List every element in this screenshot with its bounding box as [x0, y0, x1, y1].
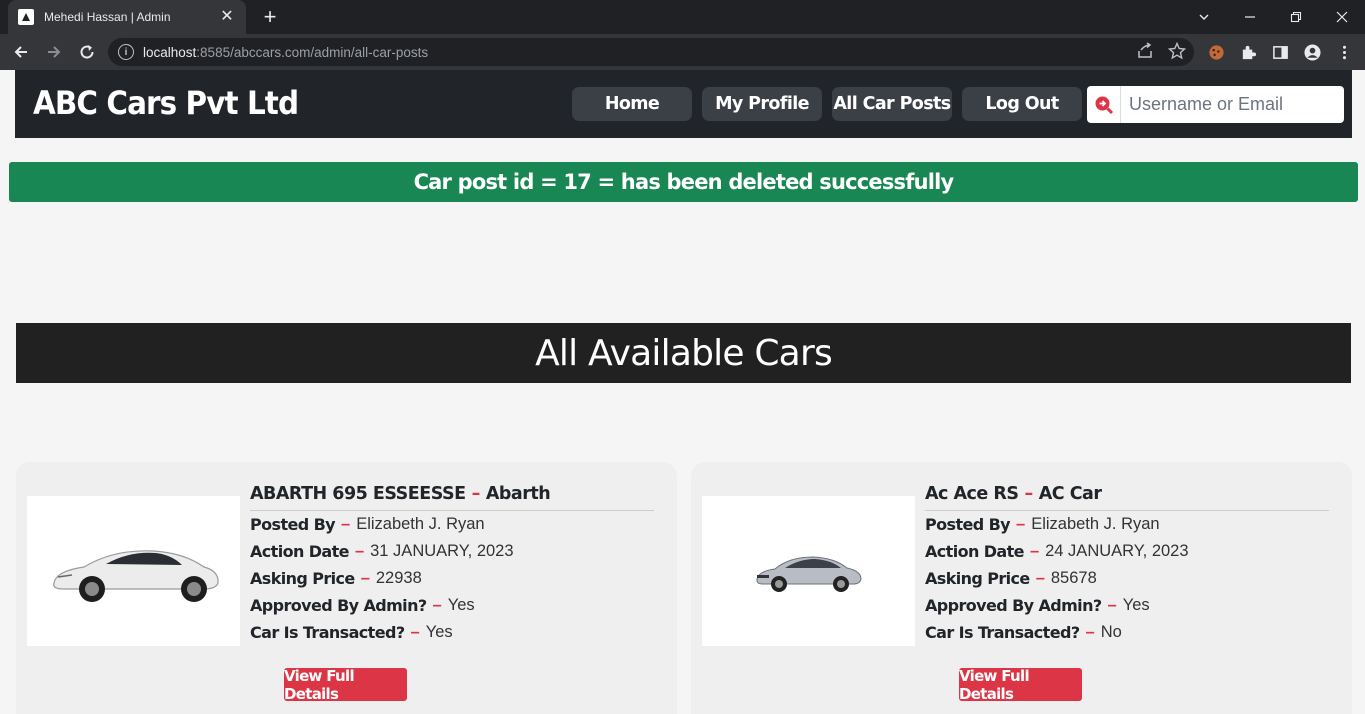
share-icon[interactable] — [1136, 42, 1154, 65]
action-date-label: Action Date — [250, 542, 350, 561]
car-model: Ac Ace RS — [925, 484, 1019, 504]
car-image — [27, 496, 240, 646]
transacted-row: Car Is Transacted? – No — [925, 623, 1122, 642]
posted-by-row: Posted By – Elizabeth J. Ryan — [925, 515, 1160, 534]
view-full-details-button[interactable]: View Full Details — [284, 667, 407, 703]
posted-by-label: Posted By — [925, 515, 1011, 534]
posted-by-label: Posted By — [250, 515, 336, 534]
approved-label: Approved By Admin? — [925, 596, 1102, 615]
approved-row: Approved By Admin? – Yes — [925, 596, 1150, 615]
car-image — [702, 496, 915, 646]
transacted-label: Car Is Transacted? — [250, 623, 405, 642]
section-title: All Available Cars — [16, 323, 1351, 383]
car-make: Abarth — [485, 484, 551, 504]
favicon-icon — [18, 9, 34, 25]
action-date-value: 24 JANUARY, 2023 — [1045, 542, 1189, 560]
transacted-label: Car Is Transacted? — [925, 623, 1080, 642]
restore-icon[interactable] — [1273, 0, 1319, 34]
approved-label: Approved By Admin? — [250, 596, 427, 615]
nav-log-out[interactable]: Log Out — [962, 87, 1082, 121]
site-header: ABC Cars Pvt Ltd Home My Profile All Car… — [15, 70, 1352, 138]
nav-all-car-posts[interactable]: All Car Posts — [832, 87, 952, 121]
transacted-value: No — [1100, 623, 1122, 641]
car-make: AC Car — [1038, 484, 1102, 504]
asking-price-value: 85678 — [1050, 569, 1097, 587]
brand-logo[interactable]: ABC Cars Pvt Ltd — [33, 84, 299, 122]
car-card: Ac Ace RS – AC Car Posted By – Elizabeth J. … — [691, 462, 1352, 714]
car-title: Ac Ace RS – AC Car — [925, 484, 1329, 511]
posted-by-row: Posted By – Elizabeth J. Ryan — [250, 515, 485, 534]
transacted-value: Yes — [425, 623, 453, 641]
approved-row: Approved By Admin? – Yes — [250, 596, 475, 615]
extensions-puzzle-icon[interactable] — [1238, 42, 1258, 62]
view-full-details-button[interactable]: View Full Details — [959, 667, 1082, 703]
tab-title: Mehedi Hassan | Admin — [44, 10, 171, 24]
cookie-extension-icon[interactable] — [1206, 42, 1226, 62]
browser-menu-icon[interactable] — [1334, 42, 1354, 62]
action-date-row: Action Date –24 JANUARY, 2023 — [925, 542, 1189, 561]
approved-value: Yes — [447, 596, 475, 614]
site-info-icon[interactable]: i — [118, 44, 134, 60]
minimize-icon[interactable] — [1227, 0, 1273, 34]
action-date-row: Action Date –31 JANUARY, 2023 — [250, 542, 514, 561]
posted-by-value: Elizabeth J. Ryan — [1031, 515, 1160, 533]
address-bar[interactable]: i localhost:8585/abccars.com/admin/all-c… — [108, 38, 1194, 66]
action-date-label: Action Date — [925, 542, 1025, 561]
asking-price-row: Asking Price –22938 — [250, 569, 422, 588]
back-icon[interactable] — [9, 40, 33, 64]
reload-icon[interactable] — [75, 40, 99, 64]
tab-close-icon[interactable]: ✕ — [218, 8, 236, 26]
action-date-value: 31 JANUARY, 2023 — [370, 542, 514, 560]
asking-price-label: Asking Price — [250, 569, 355, 588]
browser-tabbar: Mehedi Hassan | Admin ✕ + — [0, 0, 1365, 34]
nav-home[interactable]: Home — [572, 87, 692, 121]
browser-tab[interactable]: Mehedi Hassan | Admin ✕ — [8, 0, 246, 34]
side-panel-icon[interactable] — [1270, 42, 1290, 62]
asking-price-label: Asking Price — [925, 569, 1030, 588]
bookmark-star-icon[interactable] — [1167, 41, 1187, 65]
tab-search-icon[interactable] — [1181, 0, 1227, 34]
search-input[interactable] — [1121, 94, 1336, 115]
transacted-row: Car Is Transacted? – Yes — [250, 623, 453, 642]
user-search-box — [1087, 86, 1344, 123]
url-host: localhost — [143, 44, 197, 60]
success-alert: Car post id = 17 = has been deleted succ… — [9, 162, 1358, 202]
profile-avatar-icon[interactable] — [1302, 42, 1322, 62]
asking-price-row: Asking Price –85678 — [925, 569, 1097, 588]
approved-value: Yes — [1122, 596, 1150, 614]
forward-icon[interactable] — [42, 40, 66, 64]
asking-price-value: 22938 — [375, 569, 422, 587]
close-window-icon[interactable] — [1319, 0, 1365, 34]
car-title: ABARTH 695 ESSEESSE – Abarth — [250, 484, 654, 511]
nav-my-profile[interactable]: My Profile — [702, 87, 822, 121]
url-path: :8585/abccars.com/admin/all-car-posts — [196, 44, 429, 60]
car-card: ABARTH 695 ESSEESSE – Abarth Posted By – Eli… — [16, 462, 677, 714]
car-model: ABARTH 695 ESSEESSE — [250, 484, 466, 504]
browser-toolbar: i localhost:8585/abccars.com/admin/all-c… — [0, 34, 1365, 70]
search-icon[interactable] — [1087, 86, 1121, 123]
new-tab-icon[interactable]: + — [258, 5, 282, 29]
posted-by-value: Elizabeth J. Ryan — [356, 515, 485, 533]
